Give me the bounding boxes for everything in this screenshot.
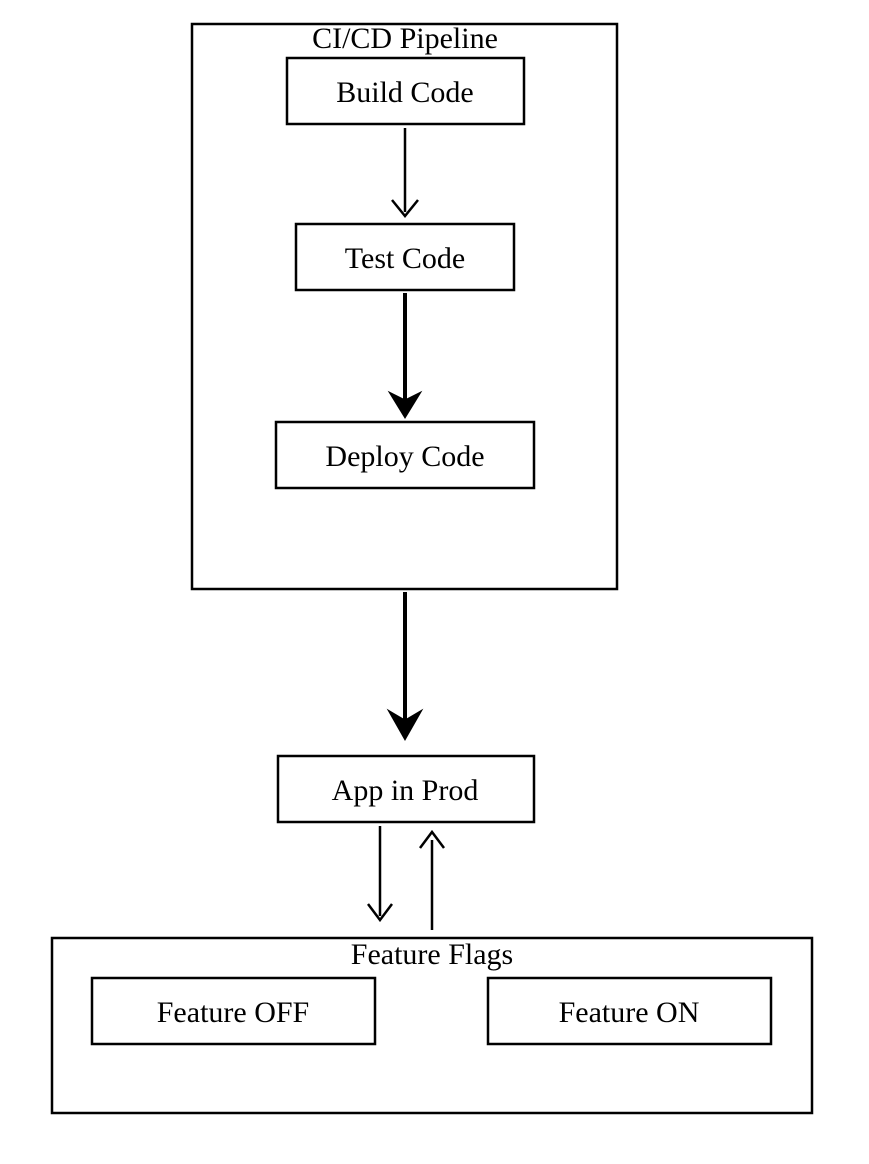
feature-off-label: Feature OFF (157, 996, 310, 1029)
build-step-label: Build Code (336, 76, 474, 109)
test-step-label: Test Code (345, 242, 465, 275)
feature-flags-title: Feature Flags (351, 938, 513, 971)
feature-on-label: Feature ON (559, 996, 700, 1029)
pipeline-title: CI/CD Pipeline (312, 22, 498, 55)
app-in-prod-label: App in Prod (332, 774, 479, 807)
deploy-step-label: Deploy Code (325, 440, 484, 473)
